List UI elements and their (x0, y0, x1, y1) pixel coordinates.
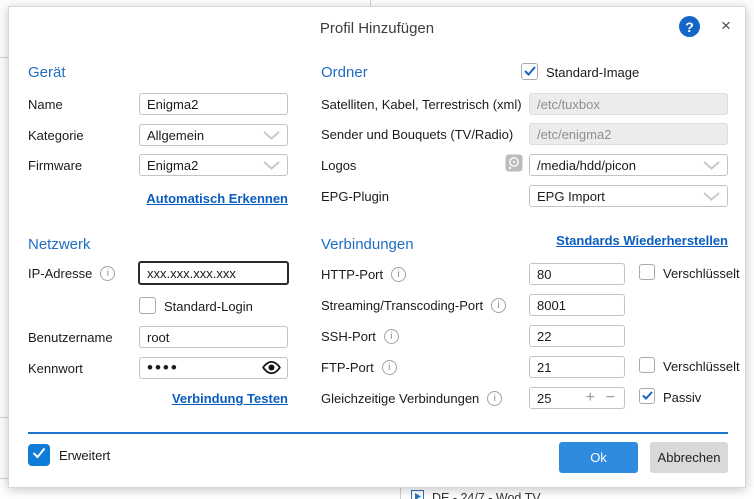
info-icon[interactable]: i (491, 297, 507, 313)
ssh-port-label: SSH-Port i (321, 325, 399, 347)
standard-image-checkbox[interactable] (521, 63, 538, 80)
auto-detect-link[interactable]: Automatisch Erkennen (139, 191, 288, 206)
streaming-port-label-text: Streaming/Transcoding-Port (321, 297, 484, 313)
background-line (0, 417, 8, 418)
epg-plugin-value: EPG Import (537, 188, 605, 204)
kategorie-value: Allgemein (147, 127, 205, 143)
concurrent-connections-label: Gleichzeitige Verbindungen i (321, 387, 503, 409)
background-column-divider (400, 488, 401, 499)
eye-icon[interactable] (261, 360, 282, 380)
stepper-minus-icon[interactable]: − (606, 387, 615, 409)
standard-login-checkbox[interactable] (139, 297, 156, 314)
erweitert-checkbox[interactable] (28, 444, 50, 466)
benutzername-label: Benutzername (28, 329, 113, 345)
password-field-wrap (139, 357, 288, 379)
passiv-checkbox[interactable] (639, 388, 655, 404)
ssh-port-label-text: SSH-Port (321, 328, 376, 344)
kategorie-label: Kategorie (28, 127, 84, 143)
section-ordner-heading: Ordner (321, 64, 368, 81)
section-geraet-heading: Gerät (28, 64, 66, 81)
ssh-port-input[interactable] (529, 325, 625, 347)
passiv-label: Passiv (663, 389, 702, 405)
info-icon[interactable]: i (100, 265, 116, 281)
footer-separator (28, 432, 728, 434)
http-port-label: HTTP-Port i (321, 263, 407, 285)
firmware-label: Firmware (28, 157, 83, 173)
satellites-path-input (529, 93, 728, 115)
http-encrypted-checkbox[interactable] (639, 264, 655, 280)
test-connection-link[interactable]: Verbindung Testen (139, 391, 288, 406)
cancel-button[interactable]: Abbrechen (650, 442, 728, 473)
erweitert-label: Erweitert (59, 447, 111, 463)
check-icon (641, 387, 653, 405)
ftp-port-input[interactable] (529, 356, 625, 378)
section-netzwerk-heading: Netzwerk (28, 236, 91, 253)
chevron-down-icon (703, 158, 720, 173)
info-icon[interactable]: i (383, 328, 399, 344)
ip-address-input[interactable] (138, 261, 289, 285)
concurrent-stepper: + − (529, 387, 625, 409)
restore-defaults-link[interactable]: Standards Wiederherstellen (529, 233, 728, 248)
name-label: Name (28, 96, 63, 112)
epg-plugin-label: EPG-Plugin (321, 188, 389, 204)
chevron-down-icon (263, 158, 280, 173)
chevron-down-icon (263, 128, 280, 143)
logos-label: Logos (321, 157, 357, 173)
username-input[interactable] (139, 326, 288, 348)
ok-button[interactable]: Ok (559, 442, 638, 473)
http-port-input[interactable] (529, 263, 625, 285)
standard-image-label: Standard-Image (546, 64, 640, 80)
background-list-row: DE - 24/7 - Wod TV (0, 488, 754, 499)
bouquets-path-input (529, 123, 728, 145)
concurrent-connections-label-text: Gleichzeitige Verbindungen (321, 390, 480, 406)
firmware-select[interactable]: Enigma2 (139, 154, 288, 176)
chevron-down-icon (703, 189, 720, 204)
satellites-label: Satelliten, Kabel, Terrestrisch (xml) (321, 96, 522, 112)
info-icon[interactable]: i (381, 359, 397, 375)
name-input[interactable] (139, 93, 288, 115)
ip-label-text: IP-Adresse (28, 265, 93, 281)
check-icon (523, 63, 536, 81)
streaming-port-input[interactable] (529, 294, 625, 316)
info-icon[interactable]: i (487, 390, 503, 406)
logos-select[interactable]: /media/hdd/picon (529, 154, 728, 176)
info-icon[interactable]: i (391, 266, 407, 282)
epg-plugin-select[interactable]: EPG Import (529, 185, 728, 207)
profile-dialog: Profil Hinzufügen ? × Gerät Name Kategor… (8, 6, 746, 488)
bouquets-label: Sender und Bouquets (TV/Radio) (321, 126, 514, 142)
http-port-label-text: HTTP-Port (321, 266, 384, 282)
hdd-browse-icon[interactable] (505, 154, 523, 177)
background-line (0, 478, 8, 479)
standard-login-label: Standard-Login (164, 298, 253, 314)
streaming-port-label: Streaming/Transcoding-Port i (321, 294, 507, 316)
check-icon (32, 446, 46, 464)
http-encrypted-label: Verschlüsselt (663, 265, 740, 281)
ftp-encrypted-label: Verschlüsselt (663, 358, 740, 374)
app-background: DE - 24/7 - Wod TV Profil Hinzufügen ? ×… (0, 0, 754, 499)
kennwort-label: Kennwort (28, 360, 83, 376)
background-line (0, 57, 8, 58)
kategorie-select[interactable]: Allgemein (139, 124, 288, 146)
firmware-value: Enigma2 (147, 157, 199, 173)
close-icon[interactable]: × (713, 14, 739, 38)
channel-play-icon (411, 490, 424, 499)
stepper-plus-icon[interactable]: + (586, 387, 595, 409)
ftp-port-label: FTP-Port i (321, 356, 397, 378)
help-icon[interactable]: ? (679, 16, 700, 37)
ftp-port-label-text: FTP-Port (321, 359, 374, 375)
dialog-title: Profil Hinzufügen (319, 20, 435, 37)
ip-label: IP-Adresse i (28, 262, 116, 284)
section-verbindungen-heading: Verbindungen (321, 236, 414, 253)
channel-name: DE - 24/7 - Wod TV (432, 491, 541, 499)
ftp-encrypted-checkbox[interactable] (639, 357, 655, 373)
logos-value: /media/hdd/picon (537, 157, 637, 173)
